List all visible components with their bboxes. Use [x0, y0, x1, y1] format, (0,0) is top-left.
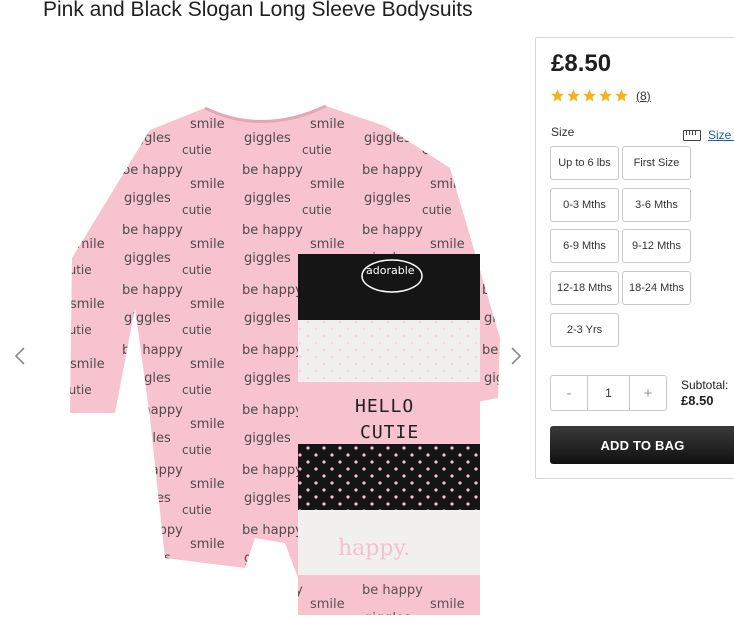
star-icon	[599, 89, 612, 102]
add-to-bag-button[interactable]: ADD TO BAG	[550, 426, 734, 464]
product-image-gallery: be happy smile giggles cutie	[0, 38, 530, 615]
size-label: Size	[551, 125, 575, 139]
card-hello-text: HELLO	[355, 396, 415, 417]
size-option-2-3-yrs[interactable]: 2-3 Yrs	[550, 313, 619, 347]
product-image: be happy smile giggles cutie	[70, 104, 500, 615]
sticker-text: adorable	[366, 264, 415, 277]
add-to-bag-label: ADD TO BAG	[600, 437, 685, 453]
gallery-prev-button[interactable]	[14, 346, 26, 372]
subtotal-amount: £8.50	[681, 393, 714, 408]
size-option-3-6-mths[interactable]: 3-6 Mths	[622, 188, 691, 222]
quantity-stepper: - 1 +	[550, 375, 667, 411]
subtotal: Subtotal: £8.50	[681, 377, 728, 409]
chevron-left-icon	[14, 347, 25, 365]
size-option-up-to-6-lbs[interactable]: Up to 6 lbs	[550, 146, 619, 180]
rating-stars: (8)	[550, 88, 651, 103]
quantity-decrease-button[interactable]: -	[551, 385, 587, 402]
product-price: £8.50	[551, 50, 612, 77]
star-icon	[583, 89, 596, 102]
card-happy-text: happy.	[338, 536, 410, 561]
quantity-increase-button[interactable]: +	[630, 385, 666, 402]
star-icon	[567, 89, 580, 102]
size-option-9-12-mths[interactable]: 9-12 Mths	[622, 229, 691, 263]
ruler-icon	[683, 129, 701, 141]
size-guide-link[interactable]: Size guide	[683, 128, 734, 142]
size-guide-label: Size guide	[708, 128, 734, 142]
star-icon	[551, 89, 564, 102]
product-purchase-panel: £8.50 (8) Size Size guide Up to 6 lbs Fi…	[535, 37, 734, 479]
size-option-12-18-mths[interactable]: 12-18 Mths	[550, 271, 619, 305]
product-title: Pink and Black Slogan Long Sleeve Bodysu…	[43, 0, 473, 21]
gallery-next-button[interactable]	[510, 346, 522, 372]
size-option-6-9-mths[interactable]: 6-9 Mths	[550, 229, 619, 263]
card-cutie-text: CUTIE	[360, 422, 420, 443]
star-icon	[615, 89, 628, 102]
size-option-18-24-mths[interactable]: 18-24 Mths	[622, 271, 691, 305]
size-option-0-3-mths[interactable]: 0-3 Mths	[550, 188, 619, 222]
chevron-right-icon	[511, 347, 522, 365]
size-option-first-size[interactable]: First Size	[622, 146, 691, 180]
quantity-input[interactable]: 1	[587, 376, 630, 410]
review-count-link[interactable]: (8)	[636, 89, 651, 103]
subtotal-label: Subtotal:	[681, 378, 729, 392]
